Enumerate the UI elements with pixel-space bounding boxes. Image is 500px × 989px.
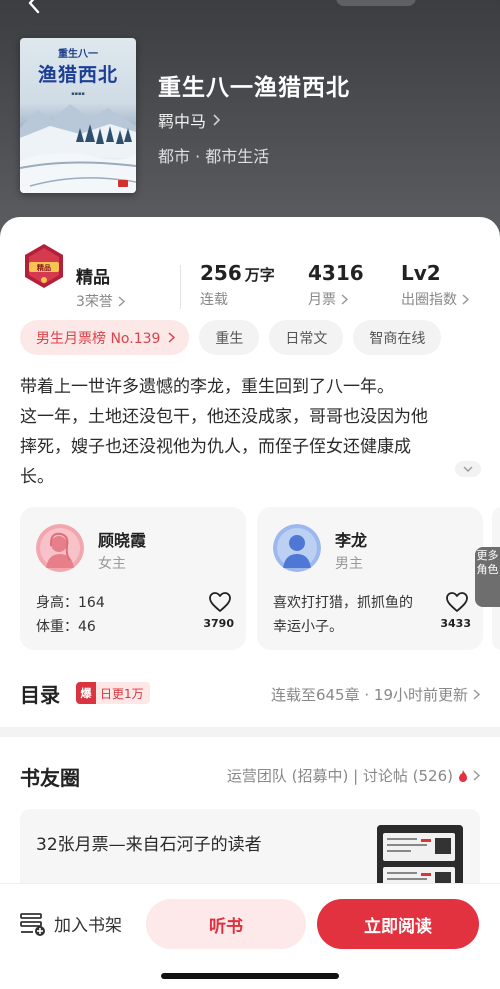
tag-rank[interactable]: 男生月票榜 No.139 <box>20 320 190 355</box>
chevron-right-icon <box>341 293 348 305</box>
expand-description-button[interactable] <box>455 461 481 477</box>
character-info: 体重：46 <box>36 619 96 635</box>
book-header: 重生八一 渔猎西北 ▪▪▪▪ 重生八一渔猎西北 羁中马 都市 · 都市生活 <box>0 0 500 240</box>
character-name: 李龙 <box>335 531 368 550</box>
toc-status: 连载至645章 · 19小时前更新 <box>271 684 480 705</box>
toc-status-text: 连载至645章 · 19小时前更新 <box>270 686 468 704</box>
word-count-stat: 256 万字 连载 <box>200 261 275 309</box>
description-line: 长。 <box>20 467 54 487</box>
read-now-button[interactable]: 立即阅读 <box>317 899 479 949</box>
add-to-shelf-button[interactable]: 加入书架 <box>20 911 122 936</box>
book-description[interactable]: 带着上一世许多遗憾的李龙，重生回到了八一年。 这一年，土地还没包干，他还没成家，… <box>20 372 482 492</box>
word-count-label: 连载 <box>200 292 228 308</box>
tag-label: 男生月票榜 No.139 <box>36 330 161 347</box>
book-title: 重生八一渔猎西北 <box>158 75 350 101</box>
update-badge-text: 日更1万 <box>100 686 144 701</box>
post-text: 32张月票—来自石河子的读者 <box>36 835 262 855</box>
more-characters-button[interactable]: 更多角色 <box>475 547 500 607</box>
monthly-ticket-label: 月票 <box>308 292 336 308</box>
character-info: 幸运小子。 <box>273 619 343 635</box>
word-count-unit: 万字 <box>244 266 275 284</box>
description-line: 带着上一世许多遗憾的李龙，重生回到了八一年。 <box>20 377 394 397</box>
chevron-right-icon <box>462 293 469 305</box>
author-link[interactable]: 羁中马 <box>158 108 221 132</box>
update-badge-icon: 爆 <box>76 682 96 704</box>
add-to-shelf-icon <box>20 912 45 936</box>
tag-chip[interactable]: 日常文 <box>269 320 344 355</box>
description-line: 这一年，土地还没包干，他还没成家，哥哥也没因为他 <box>20 407 428 427</box>
toc-title: 目录 <box>20 683 60 707</box>
chevron-right-icon <box>168 332 176 343</box>
like-count: 3433 <box>440 617 471 630</box>
book-detail-panel: 精品 精品 3荣誉 256 万字 连载 4316 月票 Lv2 出圈指数 男生月… <box>0 217 500 989</box>
honor-link[interactable]: 3荣誉 <box>76 291 125 311</box>
table-of-contents-row[interactable]: 目录 爆 日更1万 连载至645章 · 19小时前更新 <box>20 679 480 709</box>
header-action-button[interactable] <box>336 0 416 6</box>
listen-button[interactable]: 听书 <box>146 899 306 949</box>
chevron-right-icon <box>473 689 480 700</box>
club-meta-link[interactable]: 运营团队 (招募中) | 讨论帖 (526) <box>227 765 480 786</box>
tag-chip[interactable]: 重生 <box>199 320 260 355</box>
male-avatar-icon <box>273 524 321 572</box>
flame-icon <box>459 769 467 782</box>
book-cover[interactable]: 重生八一 渔猎西北 ▪▪▪▪ <box>20 38 136 193</box>
character-info: 身高：164 <box>36 595 105 611</box>
add-to-shelf-label: 加入书架 <box>54 916 122 936</box>
bottom-action-bar: 加入书架 听书 立即阅读 <box>0 883 500 989</box>
cover-subtitle: 重生八一 <box>58 49 98 60</box>
influence-stat[interactable]: Lv2 出圈指数 <box>401 261 469 309</box>
book-genre[interactable]: 都市 · 都市生活 <box>158 143 269 167</box>
description-line: 摔死，嫂子也还没视他为仇人，而侄子侄女还健康成 <box>20 437 411 457</box>
monthly-ticket-stat[interactable]: 4316 月票 <box>308 261 364 309</box>
section-divider <box>0 727 500 737</box>
back-icon[interactable] <box>24 0 46 14</box>
chevron-right-icon <box>118 295 125 307</box>
home-indicator <box>161 973 339 979</box>
character-card-heroine[interactable]: 顾晓霞 女主 身高：164 体重：46 3790 <box>20 507 246 650</box>
character-role: 女主 <box>98 556 126 572</box>
svg-text:精品: 精品 <box>37 263 51 272</box>
cover-title: 渔猎西北 <box>37 64 118 86</box>
heart-icon[interactable] <box>445 591 469 613</box>
quality-badge-icon[interactable]: 精品 <box>21 243 67 289</box>
club-title: 书友圈 <box>20 766 80 790</box>
cover-author-mark: ▪▪▪▪ <box>71 91 85 97</box>
club-meta-text: 运营团队 (招募中) | 讨论帖 (526) <box>226 767 453 785</box>
character-info: 喜欢打打猎，抓抓鱼的 <box>273 595 413 611</box>
character-card-hero[interactable]: 李龙 男主 喜欢打打猎，抓抓鱼的 幸运小子。 3433 <box>257 507 483 650</box>
quality-label: 精品 <box>76 268 110 288</box>
character-avatar <box>273 524 321 572</box>
heart-icon[interactable] <box>208 591 232 613</box>
stats-divider <box>180 265 181 309</box>
influence-level: Lv2 <box>401 261 441 285</box>
stats-row: 精品 精品 3荣誉 256 万字 连载 4316 月票 Lv2 出圈指数 <box>0 237 500 310</box>
cover-landscape-illustration <box>20 104 136 193</box>
chevron-down-icon <box>463 466 473 472</box>
female-avatar-icon <box>36 524 84 572</box>
chevron-right-icon <box>213 114 221 126</box>
character-name: 顾晓霞 <box>98 531 147 550</box>
tag-chip[interactable]: 智商在线 <box>353 320 442 355</box>
like-count: 3790 <box>203 617 234 630</box>
tag-list: 男生月票榜 No.139 重生 日常文 智商在线 <box>20 320 442 355</box>
honor-count: 3荣誉 <box>76 294 113 310</box>
word-count-value: 256 <box>200 261 242 285</box>
influence-label: 出圈指数 <box>401 292 457 308</box>
update-badge: 爆 日更1万 <box>76 682 150 704</box>
monthly-ticket-value: 4316 <box>308 261 364 285</box>
author-name: 羁中马 <box>158 112 207 131</box>
chevron-right-icon <box>473 770 480 781</box>
character-role: 男主 <box>335 556 363 572</box>
character-avatar <box>36 524 84 572</box>
